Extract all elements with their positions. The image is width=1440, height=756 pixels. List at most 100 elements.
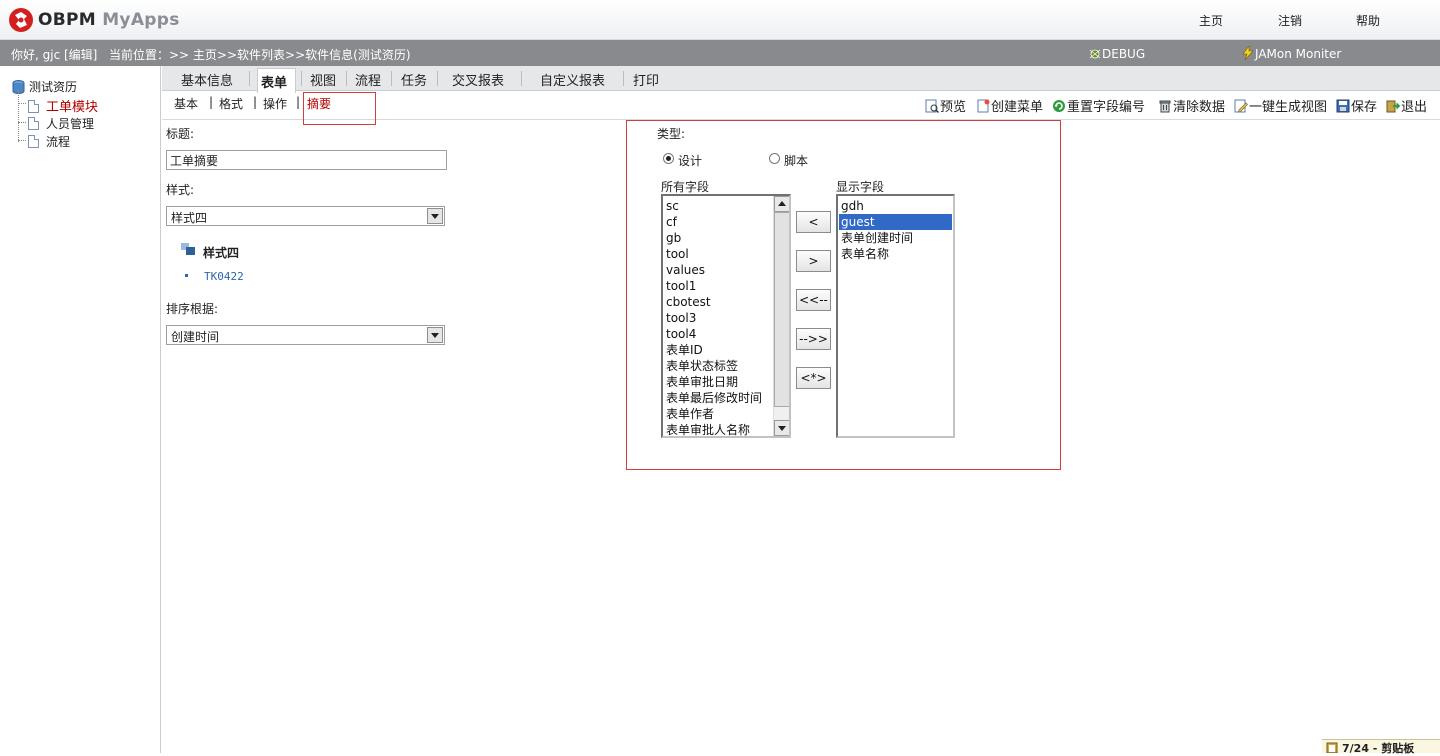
scroll-thumb[interactable] <box>774 212 789 407</box>
list-item[interactable]: sc <box>666 198 679 214</box>
move-all-right-button[interactable]: -->> <box>796 328 831 350</box>
exit-icon <box>1386 100 1400 113</box>
tab-view[interactable]: 视图 <box>310 70 336 89</box>
type-design-radio[interactable] <box>663 153 674 164</box>
subtab-basic[interactable]: 基本 <box>174 95 198 112</box>
list-item[interactable]: 表单最后修改时间 <box>666 390 762 406</box>
list-item[interactable]: tool4 <box>666 326 696 342</box>
save-icon <box>1336 99 1350 113</box>
new-document-icon <box>977 99 990 113</box>
tree-item-personnel[interactable]: 人员管理 <box>28 115 94 132</box>
create-menu-button[interactable]: 创建菜单 <box>976 96 1043 115</box>
subtab-separator: | <box>296 95 301 109</box>
bullet-icon <box>185 274 188 277</box>
tree-connector <box>18 140 26 141</box>
list-item[interactable]: tool <box>666 246 689 262</box>
tab-task[interactable]: 任务 <box>401 70 427 89</box>
tab-separator <box>249 71 250 86</box>
reset-field-number-button[interactable]: 重置字段编号 <box>1052 96 1145 115</box>
sort-select[interactable]: 创建时间 <box>166 325 445 345</box>
title-label: 标题: <box>166 127 195 141</box>
style-select[interactable]: 样式四 <box>166 206 445 226</box>
list-item[interactable]: gdh <box>841 198 864 214</box>
all-fields-list[interactable]: sc cf gb tool values tool1 cbotest tool3… <box>661 194 791 438</box>
tab-basic-info[interactable]: 基本信息 <box>181 70 233 89</box>
list-item[interactable]: 表单审批日期 <box>666 374 738 390</box>
type-script-radio[interactable] <box>769 153 780 164</box>
tree-item-label: 工单模块 <box>46 100 99 115</box>
sort-label: 排序根据: <box>166 302 219 316</box>
list-item[interactable]: 表单作者 <box>666 406 714 422</box>
list-item[interactable]: 表单审批人名称 <box>666 422 750 436</box>
reset-field-number-label: 重置字段编号 <box>1067 100 1146 115</box>
tree-connector <box>18 103 26 104</box>
style-preview-item[interactable]: TK0422 <box>204 270 244 283</box>
tab-separator <box>623 71 624 86</box>
list-item[interactable]: tool3 <box>666 310 696 326</box>
help-link[interactable]: 帮助 <box>1356 12 1380 29</box>
title-input[interactable] <box>166 150 447 170</box>
list-item[interactable]: 表单名称 <box>841 246 889 262</box>
tab-separator <box>521 71 522 86</box>
save-button[interactable]: 保存 <box>1336 96 1377 115</box>
exit-label: 退出 <box>1401 100 1428 115</box>
list-item[interactable]: 表单状态标签 <box>666 358 738 374</box>
list-item[interactable]: tool1 <box>666 278 696 294</box>
tab-print[interactable]: 打印 <box>633 70 659 89</box>
tab-form[interactable]: 表单 <box>261 72 287 91</box>
main-tabs: 基本信息 表单 视图 流程 任务 交叉报表 自定义报表 打印 <box>162 66 1440 93</box>
tree-item-label: 流程 <box>46 135 71 149</box>
style-select-value: 样式四 <box>171 211 208 225</box>
list-item[interactable]: 表单ID <box>666 342 703 358</box>
tree-connector <box>18 122 26 123</box>
list-item[interactable]: gb <box>666 230 681 246</box>
list-item[interactable]: 表单创建时间 <box>841 230 913 246</box>
list-item-selected[interactable]: guest <box>839 214 952 230</box>
list-item[interactable]: cbotest <box>666 294 711 310</box>
generate-view-button[interactable]: 一键生成视图 <box>1234 96 1327 115</box>
swap-button[interactable]: <*> <box>796 367 831 389</box>
chevron-down-icon[interactable] <box>427 327 443 343</box>
chevron-down-icon[interactable] <box>427 208 443 224</box>
style-preview-title: 样式四 <box>203 246 240 260</box>
exit-button[interactable]: 退出 <box>1386 96 1427 115</box>
all-fields-label: 所有字段 <box>661 180 710 194</box>
subtab-operation[interactable]: 操作 <box>263 95 287 112</box>
tab-process[interactable]: 流程 <box>355 70 381 89</box>
summary-highlight-box <box>303 92 376 125</box>
tree-item-workorder[interactable]: 工单模块 <box>28 96 98 115</box>
move-all-left-button[interactable]: <<-- <box>796 289 831 311</box>
preview-button[interactable]: 预览 <box>925 96 966 115</box>
user-greeting[interactable]: 你好, gjc [编辑] <box>11 46 97 63</box>
top-header: OBPM MyApps 主页 注销 帮助 <box>0 0 1440 40</box>
generate-view-label: 一键生成视图 <box>1249 100 1328 115</box>
tab-crosstab-report[interactable]: 交叉报表 <box>452 70 504 89</box>
scroll-down-icon[interactable] <box>774 420 789 436</box>
subtab-format[interactable]: 格式 <box>219 95 243 112</box>
tab-separator <box>301 71 302 86</box>
jamon-link[interactable]: JAMon Moniter <box>1241 46 1341 61</box>
tree-root[interactable]: 测试资历 <box>12 78 77 95</box>
debug-link[interactable]: DEBUG <box>1088 46 1145 61</box>
tab-separator <box>437 71 438 86</box>
home-link[interactable]: 主页 <box>1199 12 1223 29</box>
clear-data-button[interactable]: 清除数据 <box>1158 96 1225 115</box>
list-item[interactable]: values <box>666 262 705 278</box>
document-icon <box>28 117 39 130</box>
bug-icon <box>1089 49 1101 59</box>
info-bar: 你好, gjc [编辑] 当前位置：>> 主页>>软件列表>>软件信息(测试资历… <box>0 40 1440 66</box>
move-left-button[interactable]: < <box>796 211 831 233</box>
clipboard-icon <box>1326 742 1338 753</box>
scrollbar[interactable] <box>773 196 789 436</box>
logout-link[interactable]: 注销 <box>1278 12 1302 29</box>
app-name-sub: MyApps <box>102 10 180 30</box>
move-right-button[interactable]: > <box>796 250 831 272</box>
document-icon <box>28 100 39 113</box>
tab-custom-report[interactable]: 自定义报表 <box>540 70 605 89</box>
tree-root-label: 测试资历 <box>29 80 78 94</box>
scroll-up-icon[interactable] <box>774 196 789 212</box>
list-item[interactable]: cf <box>666 214 677 230</box>
tree-item-process[interactable]: 流程 <box>28 133 70 150</box>
clipboard-status[interactable]: 7/24 - 剪贴板 <box>1322 739 1440 755</box>
shown-fields-list[interactable]: gdh guest 表单创建时间 表单名称 <box>836 194 955 438</box>
